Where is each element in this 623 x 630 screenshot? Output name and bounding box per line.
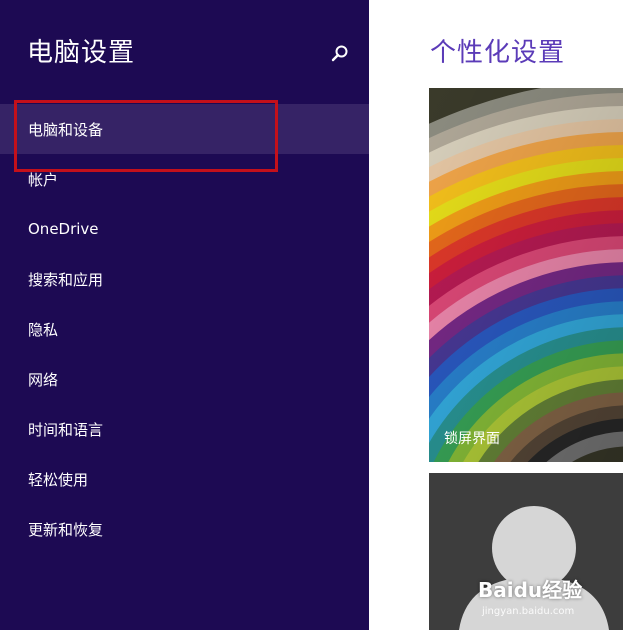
sidebar-item-ease-of-access[interactable]: 轻松使用 [0,454,369,504]
user-avatar-icon [459,506,609,630]
sidebar-item-label: 帐户 [28,170,59,189]
search-icon [331,45,348,62]
sidebar-item-label: OneDrive [28,220,99,238]
settings-sidebar: 电脑设置 电脑和设备 帐户 OneDrive 搜索和应用 隐私 网络 时间和语言… [0,0,369,630]
sidebar-item-time-and-language[interactable]: 时间和语言 [0,404,369,454]
sidebar-item-label: 时间和语言 [28,420,104,439]
sidebar-item-update-and-recovery[interactable]: 更新和恢复 [0,504,369,554]
sidebar-item-accounts[interactable]: 帐户 [0,154,369,204]
sidebar-item-label: 隐私 [28,320,59,339]
search-button[interactable] [330,44,350,64]
sidebar-item-label: 搜索和应用 [28,270,104,289]
sidebar-item-onedrive[interactable]: OneDrive [0,204,369,254]
sidebar-title: 电脑设置 [27,38,136,68]
page-title: 个性化设置 [430,38,566,68]
sidebar-item-label: 更新和恢复 [28,520,104,539]
sidebar-item-label: 电脑和设备 [28,120,104,139]
sidebar-nav: 电脑和设备 帐户 OneDrive 搜索和应用 隐私 网络 时间和语言 轻松使用… [0,104,369,554]
sidebar-item-privacy[interactable]: 隐私 [0,304,369,354]
lock-screen-tile-label: 锁屏界面 [444,431,500,447]
lock-screen-image [429,88,623,462]
sidebar-item-pc-and-devices[interactable]: 电脑和设备 [0,104,369,154]
sidebar-item-label: 网络 [28,370,59,389]
sidebar-item-search-and-apps[interactable]: 搜索和应用 [0,254,369,304]
lock-screen-tile[interactable]: 锁屏界面 [429,88,623,462]
account-picture-tile[interactable] [429,473,623,630]
sidebar-item-label: 轻松使用 [28,470,89,489]
sidebar-item-network[interactable]: 网络 [0,354,369,404]
